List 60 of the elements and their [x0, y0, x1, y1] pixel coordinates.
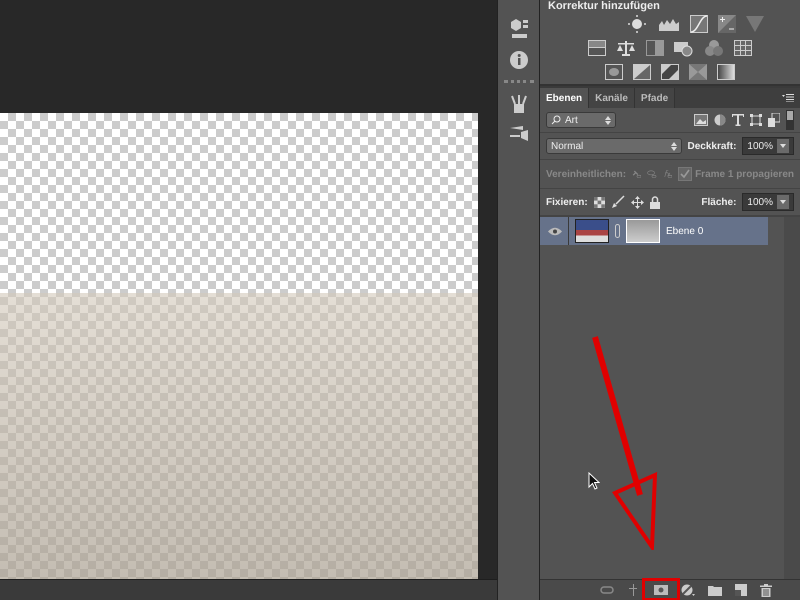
half-circle-icon[interactable] — [714, 114, 726, 126]
updown-caret-icon — [670, 142, 676, 150]
scrollbar-track[interactable] — [784, 217, 800, 579]
layer-thumbnail — [575, 219, 609, 243]
fill-field[interactable]: 100% — [742, 193, 794, 211]
opacity-field[interactable]: 100% — [742, 137, 794, 155]
layer-row[interactable]: Ebene 0 — [540, 217, 768, 245]
sun-icon[interactable] — [626, 15, 648, 33]
highlight-box — [642, 578, 680, 600]
cube-icon[interactable] — [508, 18, 528, 40]
mask-thumbnail — [626, 219, 660, 243]
toggle-switch-icon[interactable] — [786, 110, 794, 130]
mouse-cursor-icon — [588, 472, 600, 490]
grid-icon[interactable] — [734, 40, 752, 56]
half-circle-icon[interactable] — [681, 584, 695, 596]
circles-icon[interactable] — [704, 39, 724, 57]
curve-icon[interactable] — [690, 15, 708, 33]
camera-icon[interactable] — [674, 39, 694, 57]
balance-scale-icon[interactable] — [616, 39, 636, 57]
lock-label: Fixieren: — [546, 196, 588, 208]
blend-mode-dropdown[interactable]: Normal — [546, 138, 682, 154]
panel-menu-icon[interactable] — [782, 94, 794, 102]
gradient-bars-icon[interactable] — [588, 40, 606, 56]
invert-icon[interactable] — [605, 64, 623, 80]
image-icon[interactable] — [694, 114, 708, 126]
brushes-icon[interactable] — [510, 94, 528, 114]
diagonal-gradient-icon[interactable] — [633, 64, 651, 80]
eye-icon[interactable] — [548, 226, 562, 236]
panel-title: Korrektur hinzufügen — [548, 0, 661, 12]
checker-icon[interactable] — [594, 196, 605, 208]
stripes-icon[interactable] — [661, 64, 679, 80]
search-icon — [551, 115, 561, 125]
mask-icon[interactable] — [654, 585, 668, 595]
transform-icon[interactable] — [750, 114, 762, 126]
half-square-icon[interactable] — [646, 40, 664, 56]
panel-tab[interactable]: Kanäle — [589, 88, 635, 108]
brush-icon[interactable] — [610, 195, 625, 209]
move-icon[interactable] — [630, 196, 644, 208]
new-layer-icon[interactable] — [735, 584, 747, 596]
gradient-icon[interactable] — [717, 64, 735, 80]
type-icon[interactable] — [732, 114, 744, 126]
lock-icon[interactable] — [650, 196, 660, 208]
trash-icon[interactable] — [760, 584, 772, 596]
fill-label: Fläche: — [701, 196, 736, 208]
folder-icon[interactable] — [708, 584, 722, 596]
dropdown-caret-icon — [780, 144, 786, 148]
chain-icon[interactable] — [615, 224, 620, 238]
brush-presets-icon[interactable] — [508, 124, 528, 142]
opacity-label: Deckkraft: — [688, 140, 736, 152]
plus-minus-icon[interactable] — [718, 15, 736, 33]
panel-tab[interactable]: Pfade — [634, 88, 676, 108]
dropdown-caret-icon — [780, 200, 786, 204]
layer-name: Ebene 0 — [666, 226, 704, 236]
filter-dropdown[interactable]: Art — [546, 112, 616, 128]
info-icon[interactable] — [508, 50, 528, 70]
updown-caret-icon — [605, 116, 611, 124]
panel-tab[interactable]: Ebenen — [540, 88, 590, 108]
smart-object-icon[interactable] — [768, 113, 780, 127]
check-icon — [680, 169, 690, 179]
link-icon[interactable] — [600, 586, 614, 594]
